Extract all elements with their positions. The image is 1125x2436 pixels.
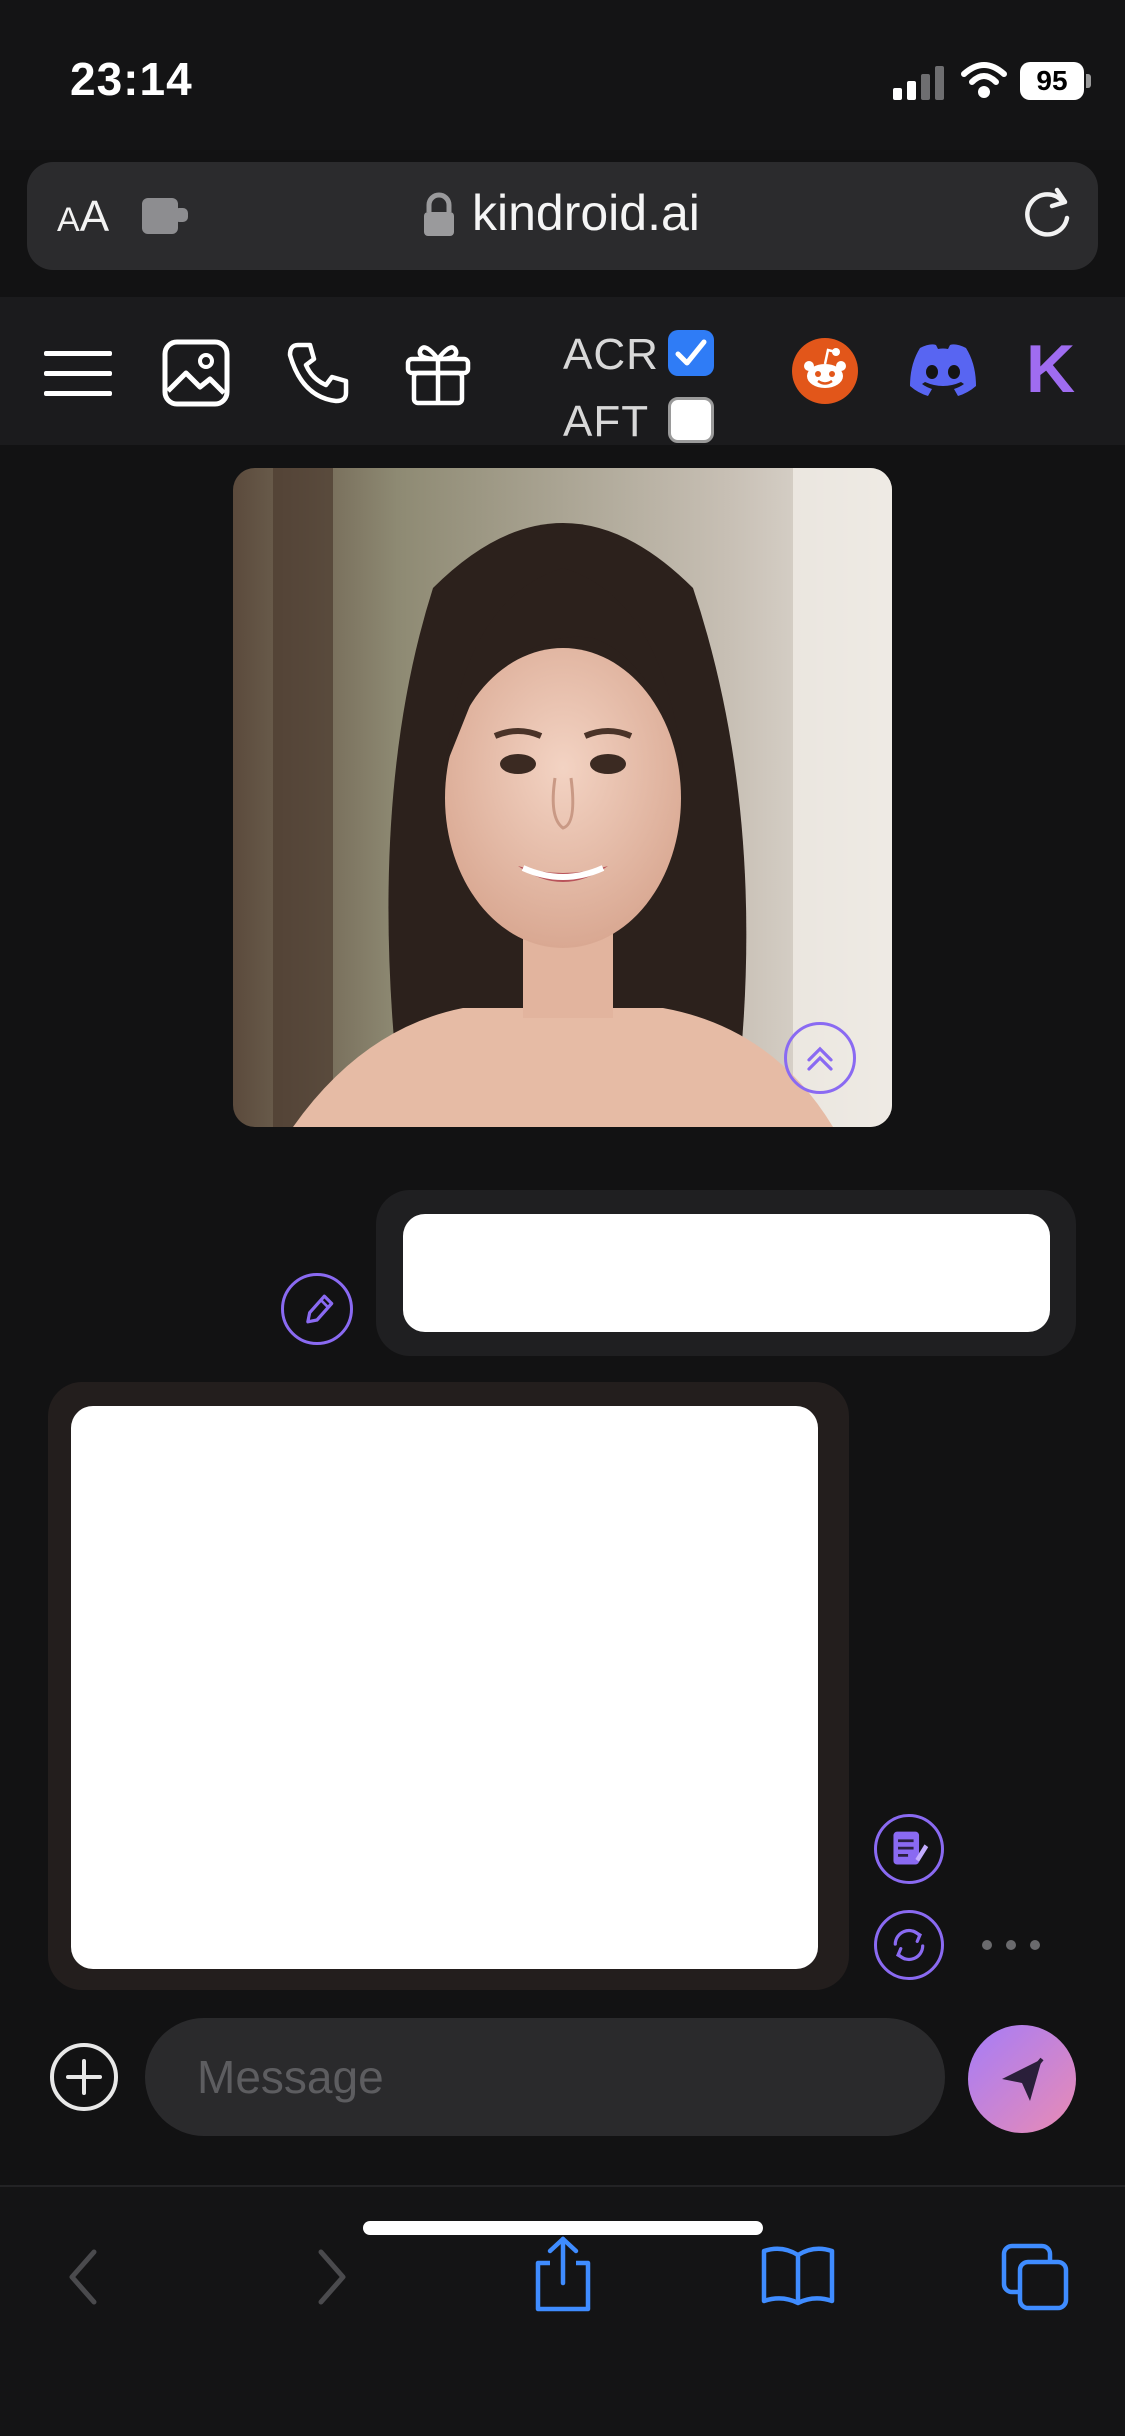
more-options-icon[interactable] [980,1935,1042,1955]
reload-icon[interactable] [1017,184,1077,244]
checkmark-icon [675,339,707,366]
phone-icon[interactable] [282,337,354,409]
send-button[interactable] [968,2025,1076,2133]
cellular-signal-icon [893,66,944,100]
battery-icon: 95 [1020,62,1091,100]
tabs-icon[interactable] [1000,2242,1070,2312]
forward-icon[interactable] [305,2242,355,2312]
scroll-up-button[interactable] [784,1022,856,1094]
ai-message-bubble [48,1382,849,1990]
bookmarks-icon[interactable] [760,2243,836,2307]
edit-message-button[interactable] [281,1273,353,1345]
message-input[interactable] [145,2018,945,2136]
status-bar: 23:14 95 [0,0,1125,150]
acr-checkbox[interactable] [668,330,714,376]
avatar-portrait [233,468,892,1127]
wifi-icon [961,62,1007,98]
journal-edit-button[interactable] [874,1814,944,1884]
regenerate-icon[interactable] [874,1910,944,1980]
home-indicator [363,2221,763,2235]
discord-icon[interactable] [906,342,980,398]
aft-checkbox[interactable] [668,397,714,443]
battery-level: 95 [1020,62,1084,100]
address-bar[interactable]: AA kindroid.ai [27,162,1098,270]
status-time: 23:14 [70,53,193,105]
add-attachment-button[interactable] [48,2041,120,2113]
reader-text-size-button[interactable]: AA [57,192,109,242]
menu-icon[interactable] [42,337,114,409]
url-text[interactable]: kindroid.ai [472,184,700,242]
share-icon[interactable] [528,2233,598,2313]
gift-icon[interactable] [402,337,474,409]
kindroid-logo[interactable]: K [1026,330,1075,408]
aft-label: AFT [563,397,650,446]
reddit-icon[interactable] [792,338,858,404]
acr-label: ACR [563,330,659,379]
send-icon [1002,2057,1044,2101]
kindroid-avatar-image[interactable] [233,468,892,1127]
ai-message-content [71,1406,818,1969]
user-message-bubble [376,1190,1076,1356]
extension-icon[interactable] [140,192,192,240]
image-icon[interactable] [160,337,232,409]
lock-icon [424,192,454,236]
back-icon[interactable] [60,2242,110,2312]
user-message-content [403,1214,1050,1332]
